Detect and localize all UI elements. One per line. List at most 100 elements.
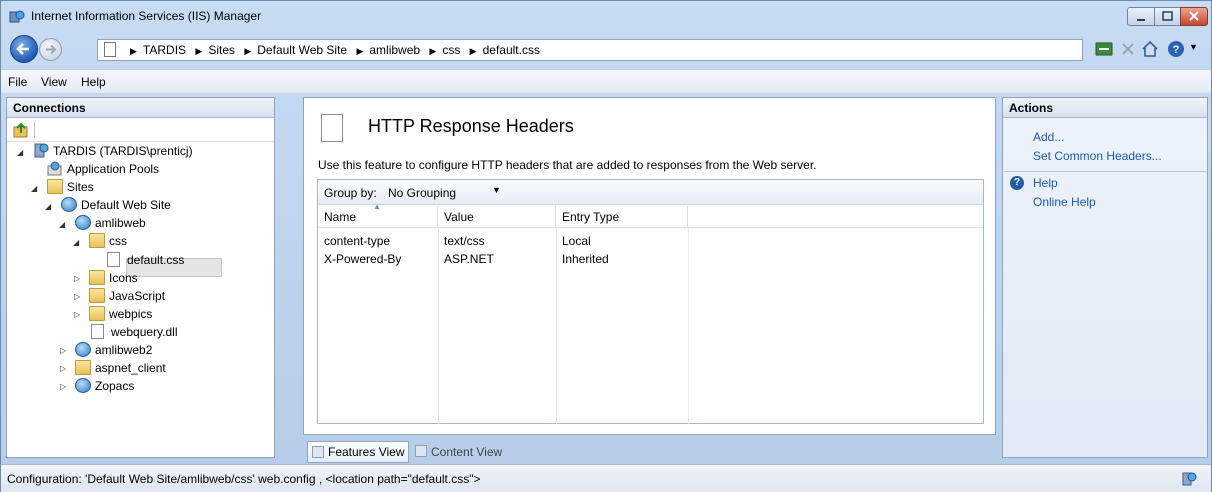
- sort-ascending-icon: ▲: [373, 202, 381, 211]
- menu-file[interactable]: File: [8, 75, 27, 89]
- cell-value: text/css: [444, 234, 485, 248]
- action-set-common-headers-link[interactable]: Set Common Headers...: [1033, 149, 1162, 163]
- column-header-name[interactable]: Name ▲: [318, 202, 438, 228]
- column-header-row: Name ▲ Value Entry Type: [318, 202, 983, 228]
- folder-icon: [89, 306, 105, 321]
- breadcrumb: ▶ TARDIS ▶ Sites ▶ Default Web Site ▶ amlibw…: [124, 43, 540, 57]
- globe-icon: [61, 197, 77, 212]
- table-row[interactable]: content-type text/css Local: [318, 232, 688, 250]
- cell-entry-type: Inherited: [562, 252, 609, 266]
- folder-icon: [89, 288, 105, 303]
- connections-toolbar: [7, 118, 274, 142]
- close-icon: [1189, 11, 1199, 21]
- expand-arrow-icon[interactable]: ▷: [74, 274, 80, 283]
- svg-text:?: ?: [1173, 44, 1180, 56]
- connections-title: Connections: [7, 98, 274, 118]
- help-icon: ?: [1010, 176, 1024, 190]
- up-level-icon[interactable]: [13, 122, 29, 138]
- breadcrumb-item[interactable]: TARDIS: [143, 43, 186, 57]
- cell-name: content-type: [324, 234, 391, 248]
- expand-arrow-icon[interactable]: ▷: [60, 364, 66, 373]
- help-dropdown-icon[interactable]: ?: [1167, 40, 1185, 58]
- stop-icon[interactable]: [1119, 40, 1137, 58]
- collapse-arrow-icon[interactable]: ◢: [31, 184, 37, 193]
- file-icon: [107, 252, 120, 267]
- chevron-down-icon[interactable]: ▼: [1189, 42, 1198, 52]
- cell-name: X-Powered-By: [324, 252, 402, 266]
- server-icon: [34, 143, 49, 158]
- home-icon[interactable]: [1141, 40, 1159, 58]
- content-view-icon: [415, 445, 427, 457]
- breadcrumb-item[interactable]: Default Web Site: [257, 43, 347, 57]
- close-button[interactable]: [1180, 7, 1208, 26]
- collapse-arrow-icon[interactable]: ◢: [45, 202, 51, 211]
- chevron-right-icon: ▶: [429, 46, 437, 56]
- server-status-icon: [1182, 472, 1197, 486]
- forward-button[interactable]: [39, 38, 62, 61]
- chevron-right-icon: ▶: [195, 46, 203, 56]
- column-header-label: Value: [444, 210, 474, 224]
- minimize-icon: [1137, 19, 1145, 21]
- breadcrumb-item[interactable]: default.css: [483, 43, 540, 57]
- tab-features-view[interactable]: Features View: [307, 441, 409, 463]
- breadcrumb-item[interactable]: amlibweb: [369, 43, 420, 57]
- column-header-label: Entry Type: [562, 210, 620, 224]
- tab-label: Content View: [431, 445, 503, 459]
- table-row[interactable]: X-Powered-By ASP.NET Inherited: [318, 250, 688, 268]
- actions-divider: [1004, 171, 1206, 172]
- group-by-dropdown[interactable]: No Grouping: [388, 186, 456, 200]
- action-online-help-link[interactable]: Online Help: [1033, 195, 1096, 209]
- chevron-down-icon[interactable]: ▼: [492, 185, 501, 195]
- group-by-label: Group by:: [324, 186, 377, 200]
- breadcrumb-item[interactable]: css: [442, 43, 460, 57]
- column-header-value[interactable]: Value: [438, 206, 556, 228]
- column-header-entry-type[interactable]: Entry Type: [556, 206, 688, 228]
- cell-entry-type: Local: [562, 234, 591, 248]
- expand-arrow-icon[interactable]: ▷: [60, 346, 66, 355]
- back-button[interactable]: [10, 35, 38, 63]
- minimize-button[interactable]: [1127, 7, 1155, 26]
- web-app-icon: [75, 215, 91, 230]
- address-bar[interactable]: ▶ TARDIS ▶ Sites ▶ Default Web Site ▶ amlibw…: [97, 39, 1083, 61]
- menu-help[interactable]: Help: [81, 75, 106, 89]
- folder-icon: [75, 360, 91, 375]
- chevron-right-icon: ▶: [130, 46, 137, 56]
- column-divider: [688, 228, 689, 424]
- toolbar-divider: [34, 122, 35, 138]
- sites-folder-icon: [47, 179, 63, 194]
- back-arrow-icon: [16, 43, 29, 55]
- action-add-link[interactable]: Add...: [1033, 130, 1064, 144]
- connect-icon[interactable]: [1095, 40, 1113, 58]
- chevron-right-icon: ▶: [244, 46, 252, 56]
- navigation-bar: ▶ TARDIS ▶ Sites ▶ Default Web Site ▶ amlibw…: [1, 31, 1211, 67]
- title-bar: Internet Information Services (IIS) Mana…: [1, 1, 1211, 31]
- tab-label: Features View: [328, 445, 405, 459]
- expand-arrow-icon[interactable]: ▷: [74, 292, 80, 301]
- connections-pane: Connections ◢ TARDIS (TARDIS\prenticj) A…: [6, 97, 275, 458]
- folder-icon: [89, 233, 105, 248]
- web-app-icon: [75, 342, 91, 357]
- expand-arrow-icon[interactable]: ▷: [60, 382, 66, 391]
- breadcrumb-item[interactable]: Sites: [208, 43, 235, 57]
- collapse-arrow-icon[interactable]: ◢: [17, 148, 23, 157]
- feature-pane: HTTP Response Headers Use this feature t…: [303, 97, 996, 435]
- iis-manager-window: Internet Information Services (IIS) Mana…: [0, 0, 1212, 492]
- forward-arrow-icon: [46, 44, 57, 55]
- expand-arrow-icon[interactable]: ▷: [74, 310, 80, 319]
- feature-description: Use this feature to configure HTTP heade…: [318, 158, 817, 172]
- status-text: Configuration: 'Default Web Site/amlibwe…: [7, 472, 481, 486]
- menu-view[interactable]: View: [41, 75, 67, 89]
- tab-content-view[interactable]: Content View: [411, 441, 511, 463]
- file-icon: [91, 324, 104, 339]
- collapse-arrow-icon[interactable]: ◢: [73, 238, 79, 247]
- page-icon: [321, 114, 343, 142]
- page-icon: [104, 42, 116, 57]
- folder-icon: [89, 270, 105, 285]
- maximize-button[interactable]: [1154, 7, 1181, 26]
- window-title: Internet Information Services (IIS) Mana…: [31, 9, 262, 23]
- collapse-arrow-icon[interactable]: ◢: [59, 220, 65, 229]
- status-bar: Configuration: 'Default Web Site/amlibwe…: [1, 464, 1211, 492]
- menu-bar: File View Help: [1, 69, 1211, 93]
- action-help-link[interactable]: Help: [1033, 176, 1058, 190]
- headers-grid: Group by: No Grouping ▼ Name ▲ Value Entr…: [317, 179, 984, 424]
